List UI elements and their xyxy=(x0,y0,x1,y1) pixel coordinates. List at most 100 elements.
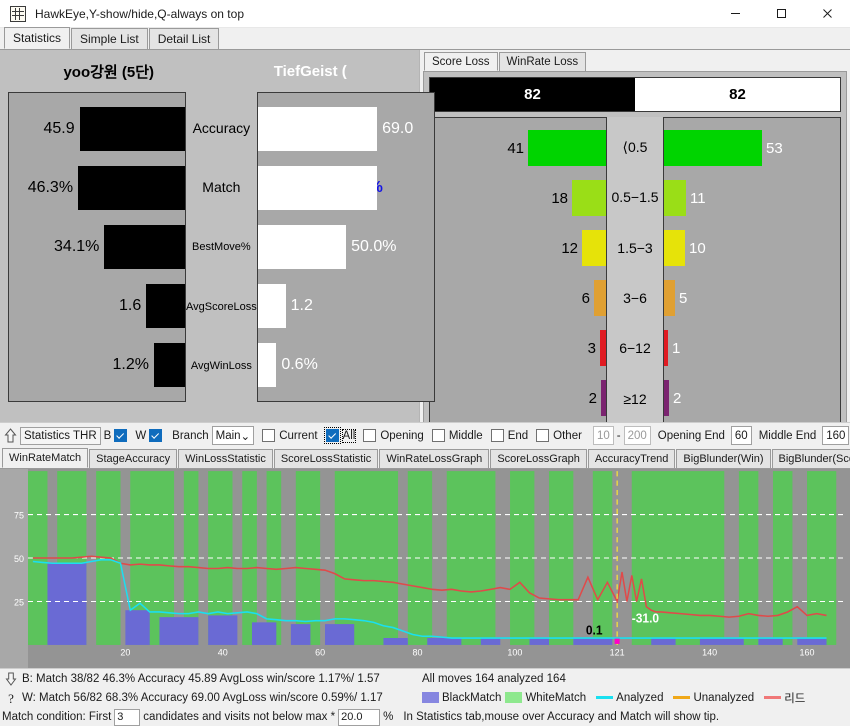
candidates-input[interactable]: 3 xyxy=(114,708,141,726)
white-bin-count: 5 xyxy=(679,289,688,307)
middle-label: Middle xyxy=(448,429,483,442)
black-bin-bar xyxy=(528,130,606,166)
tab-simple-list[interactable]: Simple List xyxy=(71,28,148,49)
down-arrow-icon[interactable] xyxy=(0,672,22,686)
opening-end-input[interactable]: 60 xyxy=(730,426,752,445)
white-bin-column: 53 11 10 5 1 2 xyxy=(663,117,841,429)
graph-tab-winratelossgraph[interactable]: WinRateLossGraph xyxy=(379,449,490,468)
black-stat-row: 46.3% xyxy=(9,159,185,217)
white-stats-column: 69.0 68.3% 50.0% 1.2 0.6% xyxy=(256,92,435,402)
black-bin-count: 6 xyxy=(581,289,590,307)
graph-tab-label: ScoreLossStatistic xyxy=(280,453,372,465)
black-bin-count: 41 xyxy=(507,139,524,157)
black-stat-bar xyxy=(154,343,185,388)
end-filter[interactable]: End xyxy=(490,429,528,442)
graph-tab-label: WinRateLossGraph xyxy=(386,453,483,465)
graph-tab-stageaccuracy[interactable]: StageAccuracy xyxy=(89,449,178,468)
up-arrow-icon[interactable] xyxy=(4,426,17,446)
black-bin-bar xyxy=(594,280,606,316)
statistics-thr-button[interactable]: Statistics THR xyxy=(20,426,101,445)
other-to-input[interactable]: 200 xyxy=(623,426,651,445)
end-checkbox[interactable] xyxy=(490,429,504,442)
tip-text: In Statistics tab,mouse over Accuracy an… xyxy=(403,711,720,723)
black-match-bar xyxy=(480,638,501,645)
bin-label: 1.5−3 xyxy=(617,239,653,256)
tab-statistics-label: Statistics xyxy=(13,31,62,45)
opening-checkbox[interactable] xyxy=(363,429,377,442)
stat-label[interactable]: Match xyxy=(202,158,240,216)
all-checkbox[interactable] xyxy=(323,427,341,444)
graph-tab-label: BigBlunder(Score) xyxy=(778,453,850,465)
middle-end-input[interactable]: 160 xyxy=(822,426,850,445)
branch-select[interactable]: Main ⌄ xyxy=(211,426,255,445)
maximize-icon[interactable] xyxy=(758,0,804,28)
legend-label: Unanalyzed xyxy=(693,691,755,704)
black-match-bar xyxy=(251,622,277,645)
white-filter-checkbox[interactable] xyxy=(149,429,163,442)
black-status-text: B: Match 38/82 46.3% Accuracy 45.89 AvgL… xyxy=(22,672,380,685)
tab-detail-list[interactable]: Detail List xyxy=(148,28,220,49)
other-filter[interactable]: Other xyxy=(536,429,582,442)
current-filter[interactable]: Current xyxy=(262,429,318,442)
black-match-bar xyxy=(797,638,827,645)
x-tick-label: 140 xyxy=(702,647,717,657)
match-condition-prefix: Match condition: First xyxy=(2,711,112,723)
black-bin-count: 2 xyxy=(588,389,597,407)
black-match-bar xyxy=(159,617,199,645)
close-icon[interactable] xyxy=(804,0,850,28)
stat-label[interactable]: Accuracy xyxy=(193,99,251,157)
y-tick-label: 75 xyxy=(14,511,24,521)
graph-tab-accuracytrend[interactable]: AccuracyTrend xyxy=(587,449,676,468)
white-bin-bar xyxy=(664,230,685,266)
graph-tab-scorelossgraph[interactable]: ScoreLossGraph xyxy=(490,449,587,468)
other-label: Other xyxy=(553,429,582,442)
y-tick-label: 25 xyxy=(14,597,24,607)
opening-filter[interactable]: Opening xyxy=(363,429,424,442)
legend-item: Analyzed xyxy=(590,692,663,704)
other-from-input[interactable]: 10 xyxy=(592,426,614,445)
minimize-icon[interactable] xyxy=(712,0,758,28)
graph-tab-scorelossstatistic[interactable]: ScoreLossStatistic xyxy=(273,449,379,468)
graph-tab-winratematch[interactable]: WinRateMatch xyxy=(2,448,89,468)
white-stat-value: 1.2 xyxy=(290,297,313,315)
middle-checkbox[interactable] xyxy=(431,429,445,442)
tab-score-loss[interactable]: Score Loss xyxy=(424,52,498,71)
current-checkbox[interactable] xyxy=(262,429,276,442)
graph-tab-bigblunder-score[interactable]: BigBlunder(Score) xyxy=(771,449,850,468)
white-player-name: TiefGeist ( xyxy=(273,62,347,80)
graph-canvas[interactable]: 25 50 75 20 40 60 80 100 121 140 160 0.1 -31.0 xyxy=(0,469,850,668)
stat-labels-column: Accuracy Match BestMove% AvgScoreLoss AvgWin… xyxy=(186,92,257,402)
stat-label[interactable]: AvgScoreLoss xyxy=(186,278,257,336)
graph-tab-label: BigBlunder(Win) xyxy=(683,453,764,465)
graph-tab-bigblunder-win[interactable]: BigBlunder(Win) xyxy=(676,449,771,468)
tab-winrate-loss[interactable]: WinRate Loss xyxy=(498,52,587,71)
legend-item: WhiteMatch xyxy=(505,692,586,704)
x-tick-label: 60 xyxy=(315,647,325,657)
white-stat-row: 0.6% xyxy=(257,336,434,394)
moves-summary: All moves 164 analyzed 164 xyxy=(422,672,566,685)
stat-label[interactable]: AvgWinLoss xyxy=(191,337,252,395)
question-mark-icon[interactable]: ? xyxy=(0,691,22,705)
winrate-match-graph[interactable]: 25 50 75 20 40 60 80 100 121 140 160 0.1 -31.0 xyxy=(0,468,850,668)
white-status-text: W: Match 56/82 68.3% Accuracy 69.00 AvgL… xyxy=(22,691,383,704)
legend-label: WhiteMatch xyxy=(525,691,587,704)
white-bin-row: 1 xyxy=(664,323,840,373)
all-filter[interactable]: All xyxy=(323,427,357,444)
other-checkbox[interactable] xyxy=(536,429,550,442)
black-bin-bar xyxy=(582,230,606,266)
white-bin-count: 11 xyxy=(690,189,706,207)
black-bin-row: 12 xyxy=(430,223,606,273)
black-filter-checkbox[interactable] xyxy=(114,429,128,442)
legend-line-icon xyxy=(673,696,691,699)
legend-item: BlackMatch xyxy=(422,692,501,704)
legend-line-icon xyxy=(596,696,614,699)
top-tab-strip: Statistics Simple List Detail List xyxy=(0,27,850,50)
visit-threshold-input[interactable]: 20.0 xyxy=(338,708,381,726)
white-stat-row: 68.3% xyxy=(257,159,434,217)
graph-tab-winlossstatistic[interactable]: WinLossStatistic xyxy=(178,449,273,468)
tab-statistics[interactable]: Statistics xyxy=(4,27,71,49)
tab-score-loss-label: Score Loss xyxy=(432,55,490,68)
stat-label[interactable]: BestMove% xyxy=(192,218,251,276)
match-condition-row: Match condition: First 3 candidates and … xyxy=(0,707,850,726)
middle-filter[interactable]: Middle xyxy=(431,429,483,442)
